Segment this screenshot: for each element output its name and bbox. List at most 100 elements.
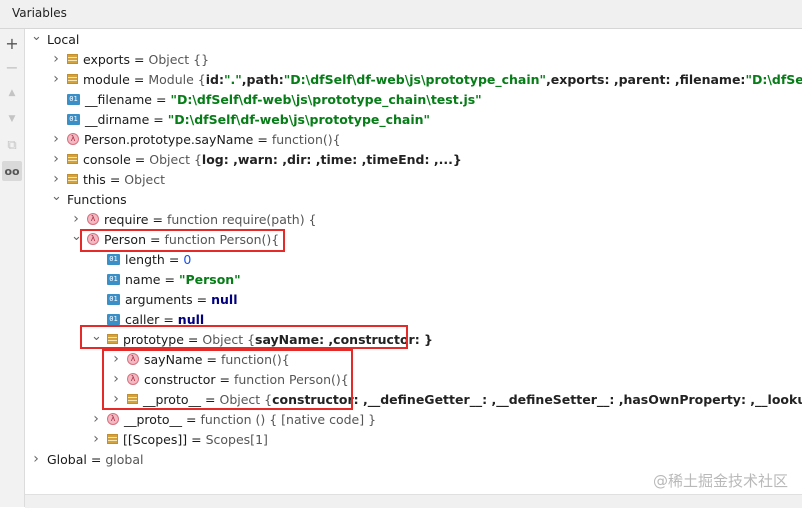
function-icon: λ — [87, 233, 99, 245]
chevron-right-icon[interactable]: › — [51, 151, 61, 167]
equals-sign: = — [163, 311, 174, 327]
glasses-icon: oo — [4, 164, 20, 178]
tree-row[interactable]: › λ Person.prototype.sayName = function(){ — [51, 129, 340, 149]
tree-row[interactable]: › λ sayName = function(){ — [111, 349, 290, 369]
chevron-right-icon[interactable]: › — [91, 431, 101, 447]
function-icon: λ — [127, 373, 139, 385]
tree-row[interactable]: ›01name="Person" — [91, 269, 241, 289]
variable-value-part: Object { — [202, 331, 256, 347]
variable-name: module — [83, 71, 130, 87]
tree-row[interactable]: › exports = Object {} — [51, 49, 209, 69]
object-icon — [67, 154, 78, 164]
variable-value-part: "D:\dfSelf\df-web\js\prototype_chain" — [167, 111, 431, 127]
variable-value-part: "Person" — [178, 271, 241, 287]
chevron-down-icon[interactable]: ⌄ — [91, 329, 102, 344]
equals-sign: = — [134, 51, 145, 67]
equals-sign: = — [206, 351, 217, 367]
equals-sign: = — [257, 131, 268, 147]
tree-row[interactable]: ›01__filename="D:\dfSelf\df-web\js\proto… — [51, 89, 482, 109]
variables-tree: ⌄ Local › exports = Object {} › module = Module {… — [25, 29, 802, 494]
variable-name: Functions — [67, 191, 127, 207]
variable-value-part: "D:\dfSelf\df-web\js\prototype_chain" — [283, 71, 547, 87]
chevron-right-icon[interactable]: › — [111, 391, 121, 407]
variable-name: constructor — [144, 371, 216, 387]
equals-sign: = — [196, 291, 208, 307]
watermark-text: @稀土掘金技术社区 — [652, 472, 788, 490]
variable-name: Person.prototype.sayName — [84, 131, 254, 147]
variable-value-part: Object {} — [148, 51, 210, 67]
function-icon: λ — [67, 133, 79, 145]
copy-button[interactable]: ⧉ — [2, 135, 22, 155]
chevron-right-icon[interactable]: › — [51, 71, 61, 87]
variable-value-part: "D:\dfSelf\df-web\js — [745, 71, 802, 87]
equals-sign: = — [156, 91, 167, 107]
move-up-button[interactable]: ▲ — [2, 83, 22, 103]
variable-value-part: function(){ — [220, 351, 290, 367]
chevron-right-icon[interactable]: › — [51, 51, 61, 67]
tree-row[interactable]: ⌄ Local — [31, 29, 79, 49]
tree-row[interactable]: › this = Object — [51, 169, 165, 189]
variable-name: prototype — [123, 331, 184, 347]
primitive-icon: 01 — [67, 93, 80, 105]
chevron-down-icon[interactable]: ⌄ — [51, 189, 62, 204]
chevron-right-icon[interactable]: › — [51, 131, 61, 147]
tree-row[interactable]: › [[Scopes]] = Scopes[1] — [91, 429, 268, 449]
object-icon — [127, 394, 138, 404]
variable-value-part: function () { [native code] } — [200, 411, 377, 427]
variable-name: __filename — [85, 91, 152, 107]
variable-value-part: function Person(){ — [233, 371, 349, 387]
variable-name: name — [125, 271, 161, 287]
chevron-down-icon[interactable]: ⌄ — [71, 229, 82, 244]
variable-name: this — [83, 171, 106, 187]
equals-sign: = — [191, 431, 202, 447]
tree-row[interactable]: › console = Object {log: ,warn: ,dir: ,time… — [51, 149, 462, 169]
chevron-right-icon[interactable]: › — [91, 411, 101, 427]
variable-value-part: null — [177, 311, 205, 327]
tree-row[interactable]: ›01arguments=null — [91, 289, 238, 309]
panel-title: Variables — [12, 6, 67, 20]
variable-name: length — [125, 251, 165, 267]
chevron-right-icon[interactable]: › — [111, 351, 121, 367]
tree-row[interactable]: ›01__dirname="D:\dfSelf\df-web\js\protot… — [51, 109, 430, 129]
chevron-right-icon[interactable]: › — [31, 451, 41, 467]
remove-watch-button[interactable]: − — [2, 57, 22, 77]
arrow-up-icon: ▲ — [8, 88, 16, 98]
variable-value-part: Module { — [148, 71, 206, 87]
equals-sign: = — [152, 211, 163, 227]
tree-row[interactable]: ›01caller=null — [91, 309, 204, 329]
primitive-icon: 01 — [107, 253, 120, 265]
object-icon — [107, 334, 118, 344]
tree-row[interactable]: › λ __proto__ = function () { [native code] … — [91, 409, 376, 429]
move-down-button[interactable]: ▼ — [2, 109, 22, 129]
tree-row[interactable]: ⌄ Functions — [51, 189, 127, 209]
variable-name: [[Scopes]] — [123, 431, 188, 447]
watches-toggle-button[interactable]: oo — [2, 161, 22, 181]
variable-value-part: "." — [223, 71, 242, 87]
chevron-down-icon[interactable]: ⌄ — [31, 29, 42, 44]
variable-name: require — [104, 211, 149, 227]
tree-row[interactable]: ⌄ λ Person = function Person(){ — [71, 229, 279, 249]
arrow-down-icon: ▼ — [8, 114, 16, 124]
variable-name: sayName — [144, 351, 203, 367]
tree-row[interactable]: › __proto__ = Object {constructor: ,__defin… — [111, 389, 802, 409]
variable-name: Local — [47, 31, 80, 47]
horizontal-scrollbar[interactable] — [25, 494, 802, 508]
tree-row[interactable]: › module = Module {id: "." ,path: "D:\dfSelf… — [51, 69, 802, 89]
variable-value-part: Object — [124, 171, 166, 187]
add-watch-button[interactable]: + — [2, 33, 22, 53]
tree-row[interactable]: › Global = global — [31, 449, 143, 469]
equals-sign: = — [164, 271, 175, 287]
chevron-right-icon[interactable]: › — [71, 211, 81, 227]
chevron-right-icon[interactable]: › — [51, 171, 61, 187]
tree-row[interactable]: ⌄ prototype = Object {sayName: ,constructor… — [91, 329, 433, 349]
variable-name: Global — [47, 451, 87, 467]
object-icon — [67, 174, 78, 184]
tree-row[interactable]: › λ require = function require(path) { — [71, 209, 316, 229]
equals-sign: = — [109, 171, 121, 187]
variable-name: arguments — [125, 291, 193, 307]
variable-name: __proto__ — [124, 411, 182, 427]
chevron-right-icon[interactable]: › — [111, 371, 121, 387]
tree-row[interactable]: ›01length=0 — [91, 249, 191, 269]
tree-row[interactable]: › λ constructor = function Person(){ — [111, 369, 349, 389]
equals-sign: = — [133, 71, 145, 87]
